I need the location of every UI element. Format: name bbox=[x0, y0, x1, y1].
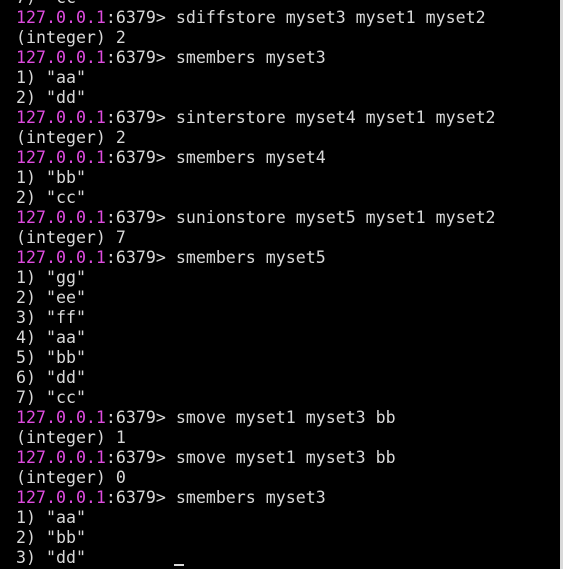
prompt-host: 127.0.0.1 bbox=[16, 108, 106, 127]
output-line: 2) "ee" bbox=[16, 288, 86, 307]
prompt-line: 127.0.0.1:6379> smembers myset4 bbox=[16, 148, 560, 168]
prompt-line: 127.0.0.1:6379> smembers myset3 bbox=[16, 48, 560, 68]
prompt-host: 127.0.0.1 bbox=[16, 208, 106, 227]
command-text: sinterstore myset4 myset1 myset2 bbox=[175, 108, 496, 127]
output-line: (integer) 7 bbox=[16, 228, 126, 247]
prompt-line: 127.0.0.1:6379> sunionstore myset5 myset… bbox=[16, 208, 560, 228]
command-text: smembers myset3 bbox=[175, 48, 326, 67]
prompt-line: 127.0.0.1:6379> sdiffstore myset3 myset1… bbox=[16, 8, 560, 28]
prompt-host: 127.0.0.1 bbox=[16, 488, 106, 507]
prompt-port: :6379> bbox=[105, 148, 176, 167]
output-line: 2) "dd" bbox=[16, 88, 86, 107]
output-line: (integer) 2 bbox=[16, 28, 126, 47]
output-line: 7) "cc" bbox=[16, 388, 86, 407]
prompt-host: 127.0.0.1 bbox=[16, 248, 106, 267]
output-line: 4) "aa" bbox=[16, 328, 86, 347]
prompt-port: :6379> bbox=[105, 8, 176, 27]
prompt-line: 127.0.0.1:6379> smembers myset5 bbox=[16, 248, 560, 268]
command-text: smove myset1 myset3 bb bbox=[175, 408, 396, 427]
prompt-port: :6379> bbox=[105, 408, 176, 427]
prompt-port: :6379> bbox=[105, 448, 176, 467]
output-line: 6) "dd" bbox=[16, 368, 86, 387]
output-line: 7) "cc" bbox=[16, 0, 560, 8]
command-text: smembers myset4 bbox=[175, 148, 326, 167]
command-text: smove myset1 myset3 bb bbox=[175, 448, 396, 467]
output-line: (integer) 0 bbox=[16, 468, 126, 487]
output-line: (integer) 2 bbox=[16, 128, 126, 147]
prompt-port: :6379> bbox=[105, 488, 176, 507]
prompt-host: 127.0.0.1 bbox=[16, 448, 106, 467]
command-text: sdiffstore myset3 myset1 myset2 bbox=[175, 8, 486, 27]
prompt-port: :6379> bbox=[105, 108, 176, 127]
output-line: 1) "bb" bbox=[16, 168, 86, 187]
prompt-port: :6379> bbox=[105, 208, 176, 227]
prompt-host: 127.0.0.1 bbox=[16, 408, 106, 427]
command-text: smembers myset5 bbox=[175, 248, 326, 267]
output-line: 3) "dd" bbox=[16, 548, 86, 567]
terminal-window[interactable]: 7) "cc"127.0.0.1:6379> sdiffstore myset3… bbox=[0, 0, 563, 569]
prompt-line: 127.0.0.1:6379> smove myset1 myset3 bb bbox=[16, 408, 560, 428]
prompt-port: :6379> bbox=[105, 48, 176, 67]
command-text: smembers myset3 bbox=[175, 488, 326, 507]
output-line: 2) "cc" bbox=[16, 188, 86, 207]
prompt-host: 127.0.0.1 bbox=[16, 148, 106, 167]
text-cursor bbox=[174, 564, 184, 566]
prompt-line: 127.0.0.1:6379> smove myset1 myset3 bb bbox=[16, 448, 560, 468]
output-line: 1) "aa" bbox=[16, 508, 86, 527]
output-line: 1) "gg" bbox=[16, 268, 86, 287]
prompt-line: 127.0.0.1:6379> sinterstore myset4 myset… bbox=[16, 108, 560, 128]
terminal-output: 7) "cc"127.0.0.1:6379> sdiffstore myset3… bbox=[16, 0, 560, 568]
output-line: 5) "bb" bbox=[16, 348, 86, 367]
output-line: (integer) 1 bbox=[16, 428, 126, 447]
prompt-host: 127.0.0.1 bbox=[16, 8, 106, 27]
prompt-host: 127.0.0.1 bbox=[16, 48, 106, 67]
command-text: sunionstore myset5 myset1 myset2 bbox=[175, 208, 496, 227]
output-line: 2) "bb" bbox=[16, 528, 86, 547]
prompt-line: 127.0.0.1:6379> smembers myset3 bbox=[16, 488, 560, 508]
prompt-port: :6379> bbox=[105, 248, 176, 267]
output-line: 3) "ff" bbox=[16, 308, 86, 327]
output-line: 1) "aa" bbox=[16, 68, 86, 87]
